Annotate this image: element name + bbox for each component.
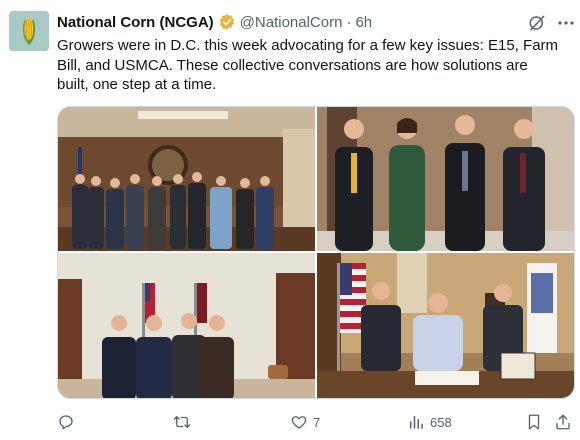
share-icon bbox=[556, 414, 570, 430]
photo-five-people-office[interactable] bbox=[58, 253, 315, 398]
retweet-icon bbox=[173, 416, 191, 428]
tweet-header: National Corn (NCGA) @NationalCorn · 6h bbox=[57, 12, 372, 32]
tweet[interactable]: National Corn (NCGA) @NationalCorn · 6h … bbox=[0, 0, 580, 440]
like-button[interactable]: 7 bbox=[290, 410, 320, 434]
views-button[interactable]: 658 bbox=[407, 410, 452, 434]
share-button[interactable] bbox=[554, 410, 572, 434]
reply-icon bbox=[59, 415, 73, 430]
bookmark-button[interactable] bbox=[525, 410, 543, 434]
corn-logo-icon bbox=[9, 11, 49, 51]
tweet-text: Growers were in D.C. this week advocatin… bbox=[57, 37, 559, 94]
reply-button[interactable] bbox=[57, 410, 80, 434]
bookmark-icon bbox=[528, 414, 540, 430]
views-count: 658 bbox=[430, 414, 452, 430]
views-icon bbox=[410, 416, 423, 429]
retweet-button[interactable] bbox=[173, 410, 196, 434]
avatar[interactable] bbox=[9, 11, 49, 51]
media-grid bbox=[57, 106, 575, 399]
action-bar: 7 658 bbox=[57, 410, 572, 434]
display-name[interactable]: National Corn (NCGA) bbox=[57, 14, 214, 31]
like-icon bbox=[291, 416, 307, 429]
photo-four-people-hallway[interactable] bbox=[317, 107, 574, 251]
handle[interactable]: @NationalCorn bbox=[240, 14, 343, 31]
separator-dot: · bbox=[346, 13, 352, 31]
grok-icon[interactable] bbox=[528, 14, 546, 32]
timestamp[interactable]: 6h bbox=[355, 14, 372, 31]
photo-group-conference-room[interactable] bbox=[58, 107, 315, 251]
like-count: 7 bbox=[313, 414, 321, 430]
photo-signing-at-desk[interactable] bbox=[317, 253, 574, 398]
verified-gold-badge-icon[interactable] bbox=[218, 13, 236, 31]
more-icon[interactable] bbox=[556, 14, 576, 32]
